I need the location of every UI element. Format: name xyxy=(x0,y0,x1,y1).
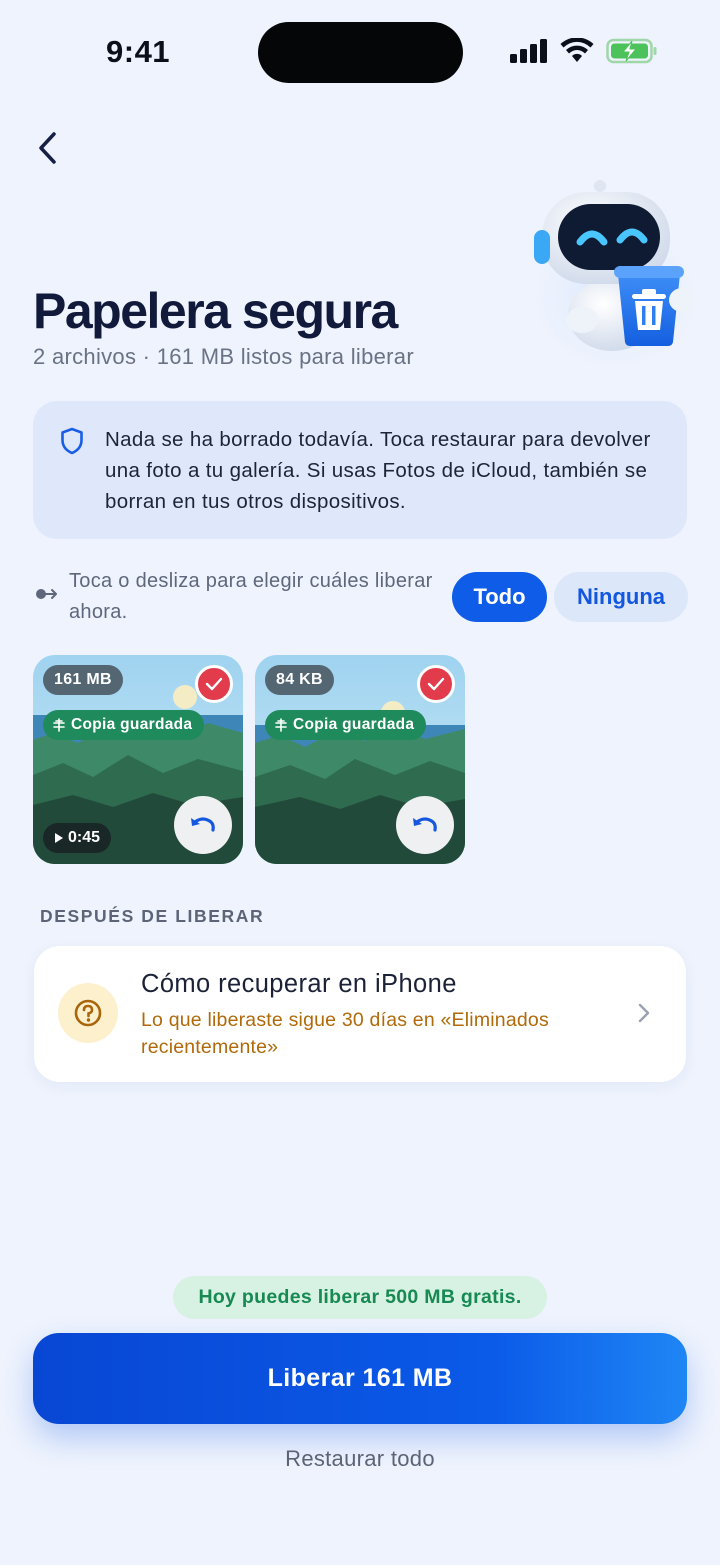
file-size-badge: 161 MB xyxy=(43,665,123,695)
file-size-badge: 84 KB xyxy=(265,665,334,695)
notice-text: Nada se ha borrado todavía. Toca restaur… xyxy=(105,428,651,513)
copy-saved-badge: Copia guardada xyxy=(43,710,205,740)
free-quota-badge: Hoy puedes liberar 500 MB gratis. xyxy=(173,1276,547,1319)
info-notice: Nada se ha borrado todavía. Toca restaur… xyxy=(33,401,687,539)
chevron-right-icon xyxy=(638,1003,650,1023)
selected-check[interactable] xyxy=(417,665,455,703)
restore-button[interactable] xyxy=(174,796,232,854)
swipe-key-icon xyxy=(36,589,57,599)
back-chevron-icon xyxy=(39,132,56,164)
battery-charging-icon xyxy=(606,38,657,64)
help-title: Cómo recuperar en iPhone xyxy=(141,970,457,998)
help-icon-badge xyxy=(58,983,118,1043)
recovery-help-row[interactable]: Cómo recuperar en iPhone Lo que liberast… xyxy=(34,946,686,1082)
restore-button[interactable] xyxy=(396,796,454,854)
robot-mascot-illustration xyxy=(523,180,707,370)
status-time: 9:41 xyxy=(106,34,171,69)
select-all-button[interactable]: Todo xyxy=(452,572,547,622)
video-duration: 0:45 xyxy=(68,829,101,846)
selection-row: Toca o desliza para elegir cuáles libera… xyxy=(33,566,688,628)
undo-icon xyxy=(413,817,437,832)
media-card-photo[interactable]: 84 KB Copia guardada xyxy=(255,655,465,864)
copy-saved-label: Copia guardada xyxy=(71,716,193,733)
wifi-icon xyxy=(560,38,594,62)
copy-saved-label: Copia guardada xyxy=(293,716,415,733)
page-title: Papelera segura xyxy=(33,283,398,339)
select-none-button[interactable]: Ninguna xyxy=(554,572,688,622)
copy-saved-icon xyxy=(275,718,287,732)
check-icon xyxy=(427,677,445,691)
play-icon xyxy=(55,833,63,843)
undo-icon xyxy=(191,817,215,832)
cellular-signal-icon xyxy=(510,39,547,63)
selected-check[interactable] xyxy=(195,665,233,703)
section-label: DESPUÉS DE LIBERAR xyxy=(40,906,265,926)
video-duration-badge: 0:45 xyxy=(43,823,112,853)
copy-saved-badge: Copia guardada xyxy=(265,710,427,740)
check-icon xyxy=(205,677,223,691)
page-subtitle: 2 archivos · 161 MB listos para liberar xyxy=(33,344,414,369)
help-subtitle: Lo que liberaste sigue 30 días en «Elimi… xyxy=(141,1009,549,1058)
restore-all-link[interactable]: Restaurar todo xyxy=(0,1446,720,1472)
question-icon xyxy=(74,999,102,1027)
selection-hint: Toca o desliza para elegir cuáles libera… xyxy=(69,570,433,623)
back-button[interactable] xyxy=(30,128,66,168)
free-space-button[interactable]: Liberar 161 MB xyxy=(33,1333,687,1424)
dynamic-island xyxy=(258,22,463,83)
shield-icon xyxy=(61,427,83,455)
status-icons xyxy=(510,38,658,64)
media-card-video[interactable]: 161 MB Copia guardada 0:45 xyxy=(33,655,243,864)
copy-saved-icon xyxy=(53,718,65,732)
